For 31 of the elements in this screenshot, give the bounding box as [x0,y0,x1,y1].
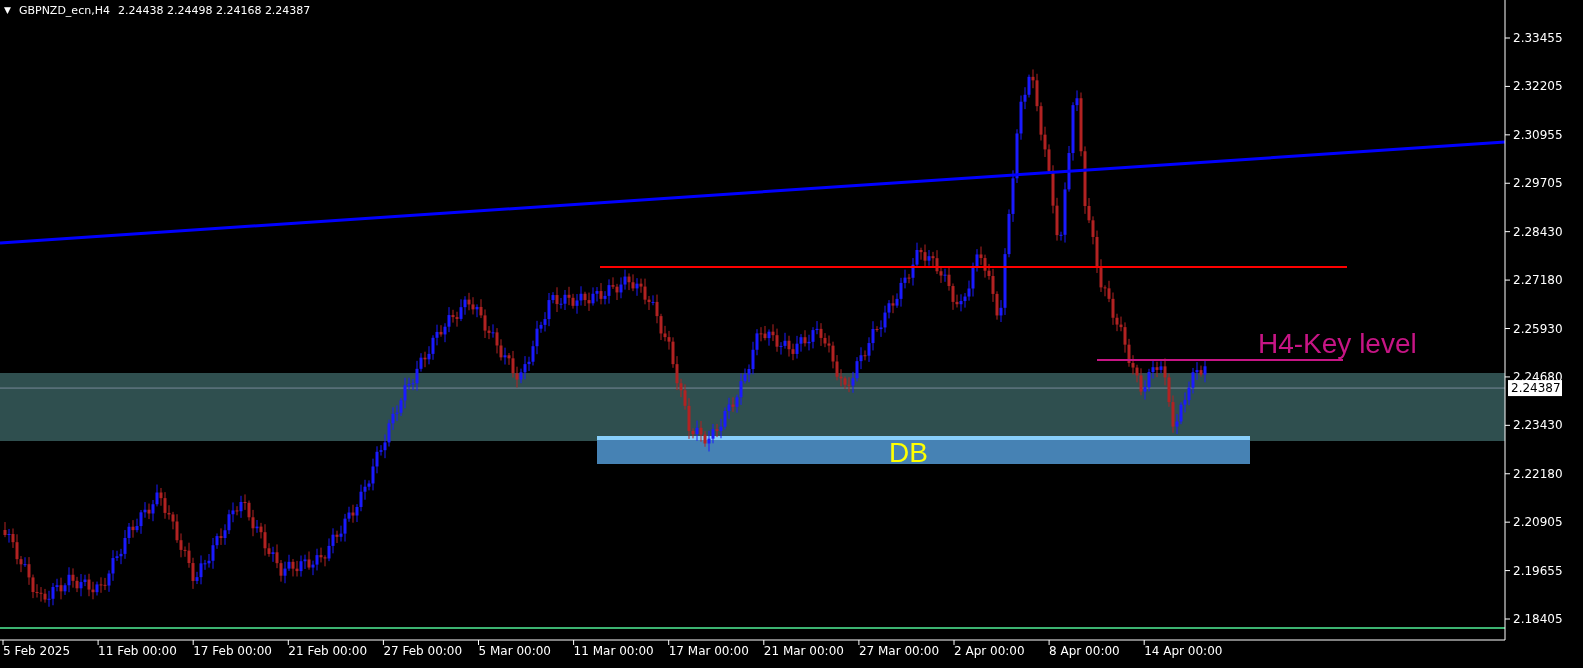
key-level-label: H4-Key level [1258,328,1417,359]
symbol-label: GBPNZD_ecn,H4 [18,4,110,17]
price-label: 2.18405 [1513,612,1563,626]
price-label: 2.33455 [1513,31,1563,45]
time-label: 5 Mar 00:00 [478,644,551,658]
time-label: 17 Feb 00:00 [193,644,272,658]
time-label: 11 Mar 00:00 [573,644,654,658]
price-label: 2.32205 [1513,79,1563,94]
price-label: 2.23430 [1513,418,1563,433]
price-label: 2.27180 [1513,273,1563,288]
price-label: 2.28430 [1513,224,1563,239]
time-label: 21 Feb 00:00 [288,644,368,658]
price-label: 2.25930 [1513,321,1563,336]
quote-values: 2.24438 2.24498 2.24168 2.24387 [117,4,311,17]
time-label: 2 Apr 00:00 [954,644,1025,658]
price-label: 2.30955 [1513,127,1563,142]
time-label: 27 Feb 00:00 [383,644,463,658]
time-label: 21 Mar 00:00 [763,644,844,658]
zone-label: DB [889,437,928,468]
time-label: 17 Mar 00:00 [668,644,749,658]
price-label: 2.19655 [1513,563,1563,578]
price-label: 2.20905 [1513,515,1563,530]
dropdown-arrow[interactable]: ▼ [4,4,11,17]
time-label: 5 Feb 2025 [3,644,71,658]
time-label: 14 Apr 00:00 [1144,644,1223,658]
current-price-tag: 2.24387 [1508,380,1562,397]
price-label: 2.22180 [1513,466,1563,481]
time-label: 11 Feb 00:00 [98,644,177,658]
price-label: 2.29705 [1513,176,1563,191]
time-label: 27 Mar 00:00 [858,644,940,658]
time-label: 8 Apr 00:00 [1049,644,1120,658]
